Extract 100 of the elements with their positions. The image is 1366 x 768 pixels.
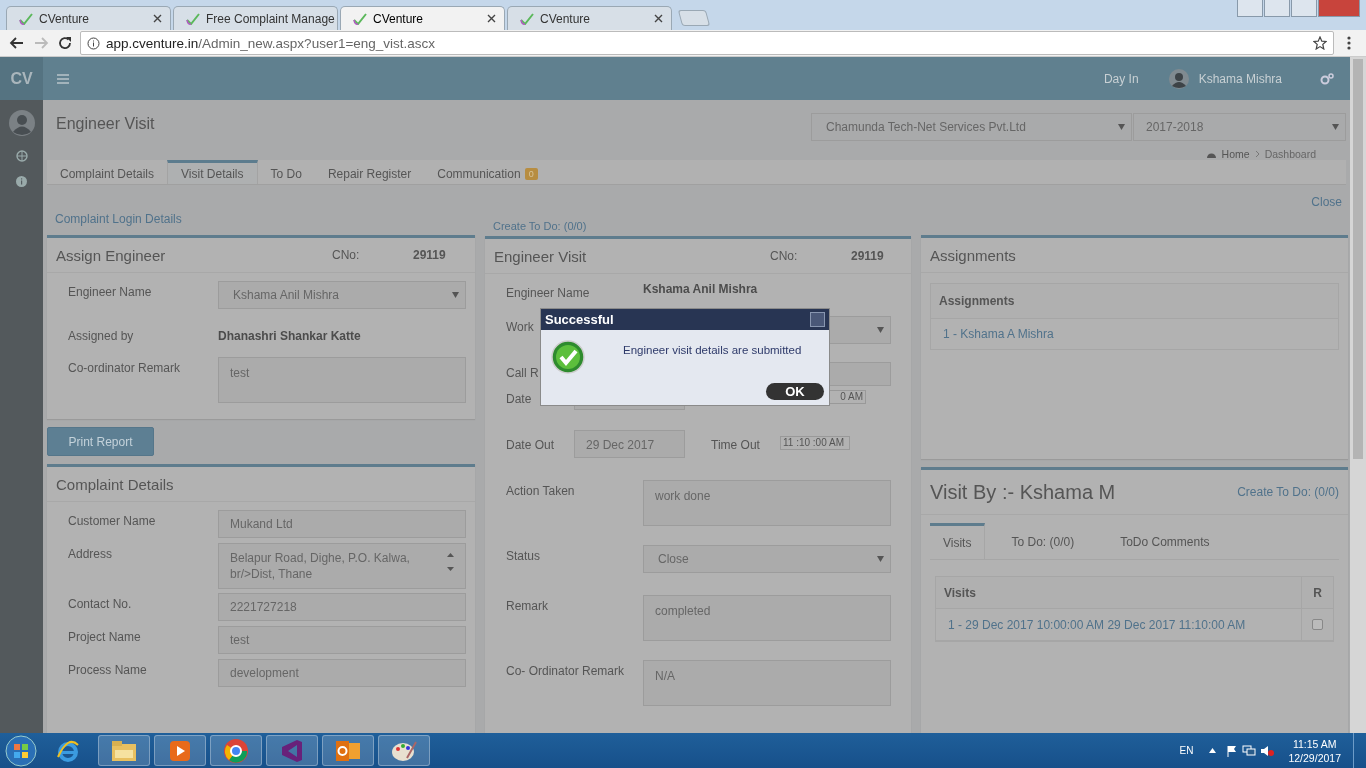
tab[interactable]: Visit Details xyxy=(167,160,258,184)
taskbar-button[interactable] xyxy=(98,735,150,766)
create-to-do-link[interactable]: Create To Do: (0/0) xyxy=(485,220,911,234)
caret-icon xyxy=(1118,124,1125,130)
input-field[interactable]: test xyxy=(218,626,466,654)
field-label: Date Out xyxy=(505,437,555,452)
print-report-button[interactable]: Print Report xyxy=(47,427,154,456)
time-field[interactable]: 11 :10 :00 AM xyxy=(780,436,850,450)
checkmark-logo-icon xyxy=(186,12,200,25)
network-icon[interactable] xyxy=(1242,744,1257,757)
info-icon xyxy=(87,36,100,50)
checkbox[interactable] xyxy=(1312,619,1323,630)
panel-title: Visit By :- Kshama M xyxy=(930,480,1116,504)
breadcrumb-item: Dashboard xyxy=(1264,148,1316,160)
taskbar-button[interactable] xyxy=(322,735,374,766)
clock-time[interactable]: 11:15 AM xyxy=(1292,736,1337,751)
start-button[interactable] xyxy=(4,733,38,768)
reload-icon[interactable] xyxy=(56,36,74,50)
chevron-icon xyxy=(1254,150,1260,158)
checkmark-logo-icon xyxy=(19,12,33,25)
cno-value: 29119 xyxy=(413,248,446,262)
field-label: Time Out xyxy=(710,437,760,452)
address-field[interactable]: app.cventure.in/Admin_new.aspx?user1=eng_vist.ascx xyxy=(80,31,1334,55)
complaint-login-link[interactable]: Complaint Login Details xyxy=(55,212,182,226)
input-field[interactable]: 2221727218 xyxy=(218,593,466,621)
field-label: Contact No. xyxy=(67,596,133,611)
create-to-do-link[interactable]: Create To Do: (0/0) xyxy=(1237,485,1339,499)
taskbar-button[interactable] xyxy=(266,735,318,766)
engineer-select[interactable]: Kshama Anil Mishra xyxy=(218,281,466,309)
close-button[interactable] xyxy=(810,312,825,327)
select-field[interactable]: Close xyxy=(643,545,891,573)
company-select[interactable]: Chamunda Tech-Net Services Pvt.Ltd xyxy=(811,113,1132,141)
back-icon[interactable] xyxy=(8,37,26,49)
field-label: Address xyxy=(67,546,114,561)
gears-icon[interactable] xyxy=(1320,72,1334,85)
ok-button[interactable]: OK xyxy=(766,383,824,400)
user-name[interactable]: Kshama Mishra xyxy=(1198,71,1282,86)
input-field[interactable]: Mukand Ltd xyxy=(218,510,466,538)
field-label: Remark xyxy=(505,598,548,613)
info-icon[interactable] xyxy=(16,176,27,187)
palette-icon xyxy=(391,739,417,762)
checkmark-logo-icon xyxy=(520,12,534,25)
flag-icon[interactable] xyxy=(1226,744,1239,757)
browser-tab[interactable]: CVenture xyxy=(507,6,672,30)
browser-tab[interactable]: Free Complaint Manage xyxy=(173,6,338,30)
tab[interactable]: To Do xyxy=(257,160,315,184)
taskbar-button[interactable] xyxy=(378,735,430,766)
panel-title: Assign Engineer xyxy=(56,246,167,264)
field-label: Assigned by xyxy=(67,329,135,343)
address-textarea[interactable]: Belapur Road, Dighe, P.O. Kalwa, br/>Dist, Thane xyxy=(218,543,466,589)
ribbon-logo-icon xyxy=(280,738,304,763)
textarea-field[interactable]: completed xyxy=(643,595,891,641)
tab[interactable]: Complaint Details xyxy=(47,160,168,184)
globe-icon[interactable] xyxy=(15,150,28,162)
circle-logo-icon xyxy=(223,737,249,764)
maximize-button[interactable] xyxy=(1291,0,1317,17)
taskbar-button[interactable] xyxy=(154,735,206,766)
tab[interactable]: Visits xyxy=(930,523,986,559)
clock-date[interactable]: 12/29/2017 xyxy=(1288,750,1341,765)
textarea-field[interactable]: work done xyxy=(643,480,891,526)
remark-textarea[interactable]: test xyxy=(218,357,466,403)
breadcrumb-link[interactable]: Home xyxy=(1221,148,1250,160)
day-in-link[interactable]: Day In xyxy=(1103,71,1139,86)
close-icon[interactable] xyxy=(654,14,663,23)
engineer-name-value: Kshama Anil Mishra xyxy=(643,282,758,296)
assigned-by-value: Dhanashri Shankar Katte xyxy=(218,329,361,343)
logo: CV xyxy=(0,57,43,100)
year-select[interactable]: 2017-2018 xyxy=(1133,113,1346,141)
folder-icon xyxy=(111,739,137,762)
tab[interactable]: ToDo Comments xyxy=(1102,523,1228,559)
caret-icon[interactable] xyxy=(1209,748,1217,753)
language-indicator[interactable]: EN xyxy=(1179,745,1194,756)
bookmark-star-icon[interactable] xyxy=(1313,36,1327,50)
field-label: Date xyxy=(505,391,532,406)
close-icon[interactable] xyxy=(487,14,496,23)
scrollbar-arrows-icon[interactable] xyxy=(447,552,454,572)
tab[interactable]: Communication 0 xyxy=(424,160,551,184)
taskbar-button[interactable] xyxy=(210,735,262,766)
cno-label: CNo: xyxy=(332,248,361,262)
tab[interactable]: Repair Register xyxy=(314,160,425,184)
dialog-message: Engineer visit details are submitted xyxy=(623,344,802,356)
page-title: Engineer Visit xyxy=(56,115,155,134)
browser-tab[interactable]: CVenture xyxy=(6,6,171,30)
caret-icon xyxy=(877,556,884,562)
panel-title: Assignments xyxy=(930,246,1017,264)
muted-speaker-icon[interactable] xyxy=(1260,744,1275,757)
input-field[interactable]: development xyxy=(218,659,466,687)
field-label: Project Name xyxy=(67,629,142,644)
textarea-field[interactable]: N/A xyxy=(643,660,891,706)
close-icon[interactable] xyxy=(153,14,162,23)
cno-value: 29119 xyxy=(851,249,884,263)
date-field[interactable]: 29 Dec 2017 xyxy=(574,430,685,458)
close-link[interactable]: Close xyxy=(1311,195,1342,226)
tab[interactable]: To Do: (0/0) xyxy=(993,523,1093,559)
field-label: Co- Ordinator Remark xyxy=(505,663,625,678)
browser-tab[interactable]: CVenture xyxy=(340,6,505,30)
minimize-button[interactable] xyxy=(1264,0,1290,17)
assignment-link[interactable]: 1 - Kshama A Mishra xyxy=(943,327,1054,341)
visit-link[interactable]: 1 - 29 Dec 2017 10:00:00 AM 29 Dec 2017 11:10:00 AM xyxy=(944,617,1246,632)
avatar-icon[interactable] xyxy=(8,110,35,136)
